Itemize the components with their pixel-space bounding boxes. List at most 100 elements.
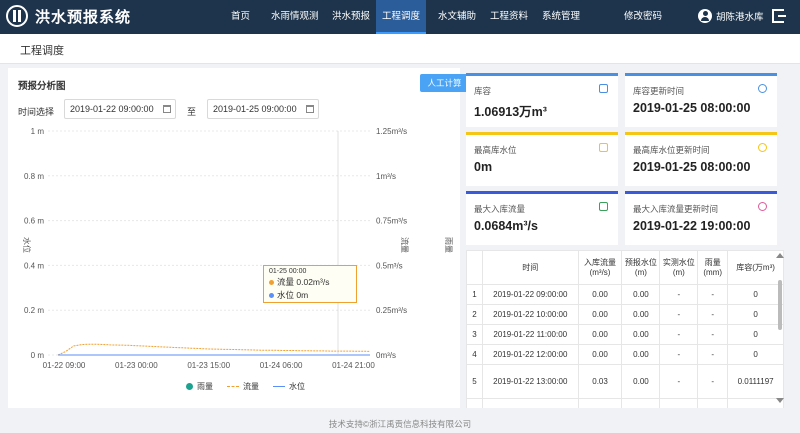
- logout-icon[interactable]: [772, 9, 786, 23]
- nav-item-1[interactable]: 水雨情观测: [271, 0, 319, 34]
- y-flow-axis-label: 流量: [400, 237, 410, 253]
- table-cell: 0.00: [577, 284, 623, 305]
- stat-card-label: 最高库水位: [474, 145, 517, 155]
- table-cell: -: [697, 324, 729, 345]
- stat-card-value: 0.0684m³/s: [474, 219, 538, 233]
- tooltip-flow-label: 流量: [277, 277, 295, 287]
- data-table: 时间 入库流量(m³/s) 预报水位(m) 实测水位(m) 雨量(mm) 库容(万m³) …: [466, 250, 784, 408]
- y-right-tick-label: 0.5m³/s: [376, 261, 403, 270]
- table-cell: 2019-01-22 09:00:00: [481, 284, 579, 305]
- x-tick-label: 01-22 09:00: [43, 361, 86, 370]
- table-cell: 0: [727, 284, 784, 305]
- stat-card-label: 最大入库流量: [474, 204, 526, 214]
- stat-card-label: 库容更新时间: [633, 86, 685, 96]
- tooltip-flow-value: 0.02m³/s: [296, 277, 330, 287]
- table-cell: 4: [466, 344, 483, 365]
- table-header-cell: 入库流量(m³/s): [577, 250, 623, 285]
- table-cell: 2: [466, 304, 483, 325]
- y-left-tick-label: 0.4 m: [24, 261, 44, 270]
- table-cell: 0.00: [621, 344, 661, 365]
- table-cell: -: [697, 364, 729, 399]
- flow-dot-icon: [269, 279, 274, 285]
- table-row[interactable]: 2 2019-01-22 10:00:00 0.00 0.00- -0: [466, 304, 784, 325]
- clock-icon: [758, 84, 767, 93]
- table-cell: -: [659, 364, 699, 399]
- table-cell: 2019-01-22 11:00:00: [481, 324, 579, 345]
- stat-card-label: 库容: [474, 86, 492, 96]
- scroll-down-icon[interactable]: [776, 398, 784, 403]
- app-title: 洪水预报系统: [35, 8, 132, 26]
- clock-icon: [758, 143, 767, 152]
- y-left-tick-label: 0 m: [31, 351, 45, 360]
- chart-tooltip: 01-25 00:00 流量 0.02m³/s 水位 0m: [263, 265, 357, 303]
- nav-item-7[interactable]: 修改密码: [624, 0, 662, 34]
- table-cell: 6: [466, 398, 483, 408]
- table-cell: -: [697, 344, 729, 365]
- page-header: 工程调度: [0, 34, 800, 64]
- table-row[interactable]: 3 2019-01-22 11:00:00 0.00 0.00- -0: [466, 324, 784, 345]
- table-scrollbar[interactable]: [778, 280, 782, 330]
- y-right-tick-label: 0m³/s: [376, 351, 396, 360]
- y-left-tick-label: 1 m: [31, 127, 45, 136]
- stat-card-value: 2019-01-25 08:00:00: [633, 101, 751, 115]
- legend-rain-label: 雨量: [197, 382, 213, 391]
- clock-icon: [758, 202, 767, 211]
- table-cell: -: [659, 398, 699, 408]
- table-cell: 0: [727, 344, 784, 365]
- table-header-cell: 雨量(mm): [697, 250, 729, 285]
- y-left-tick-label: 0.8 m: [24, 172, 44, 181]
- table-cell: -: [697, 398, 729, 408]
- stat-card-2: 最高库水位 0m: [466, 132, 618, 186]
- table-header-cell: [466, 250, 483, 285]
- nav-item-0[interactable]: 首页: [231, 0, 250, 34]
- nav-item-5[interactable]: 工程资料: [490, 0, 528, 34]
- level-dot-icon: [269, 292, 274, 298]
- nav-item-2[interactable]: 洪水预报: [332, 0, 370, 34]
- table-cell: 2019-01-22 13:00:00: [481, 364, 579, 399]
- table-row[interactable]: 4 2019-01-22 12:00:00 0.00 0.00- -0: [466, 344, 784, 365]
- table-cell: -: [659, 344, 699, 365]
- legend-level[interactable]: 水位: [273, 381, 305, 392]
- nav-item-3[interactable]: 工程调度: [376, 0, 427, 34]
- app-logo[interactable]: 洪水预报系统: [6, 5, 131, 27]
- table-row[interactable]: 62019-01-22 14:00:000.050.00--0.028674: [466, 398, 784, 408]
- table-cell: 1: [466, 284, 483, 305]
- gauge-icon: [599, 84, 608, 93]
- table-cell: 2019-01-22 10:00:00: [481, 304, 579, 325]
- legend-rain[interactable]: 雨量: [186, 381, 213, 392]
- page-title: 工程调度: [20, 45, 64, 57]
- table-cell: 0.00: [621, 284, 661, 305]
- user-name: 胡陈港水库: [716, 12, 764, 23]
- nav-item-6[interactable]: 系统管理: [542, 0, 580, 34]
- table-cell: 0.00: [621, 364, 661, 399]
- table-cell: 0.03: [577, 364, 623, 399]
- stat-card-label: 最大入库流量更新时间: [633, 204, 719, 214]
- table-cell: -: [697, 304, 729, 325]
- stat-card-3: 最高库水位更新时间 2019-01-25 08:00:00: [625, 132, 777, 186]
- table-header-cell: 实测水位(m): [659, 250, 699, 285]
- tooltip-time: 01-25 00:00: [269, 268, 307, 275]
- tooltip-level-row: 水位 0m: [269, 289, 351, 301]
- x-tick-label: 01-24 21:00: [332, 361, 375, 370]
- table-header-row: 时间 入库流量(m³/s) 预报水位(m) 实测水位(m) 雨量(mm) 库容(万m³): [466, 250, 784, 285]
- forecast-chart[interactable]: 1 m 1.25m³/s 0.8 m 1m³/s 0.6 m 0.75m³/s 0.4 m 0…: [8, 68, 460, 408]
- table-cell: 0.00: [577, 324, 623, 345]
- user-menu[interactable]: 胡陈港水库: [698, 9, 764, 23]
- table-row[interactable]: 1 2019-01-22 09:00:00 0.00 0.00- -0: [466, 284, 784, 305]
- table-cell: 0.00: [621, 324, 661, 345]
- y-left-tick-label: 0.6 m: [24, 217, 44, 226]
- y-left-axis-label: 水位: [22, 237, 32, 253]
- legend-flow[interactable]: 流量: [227, 381, 259, 392]
- nav-item-4[interactable]: 水文辅助: [438, 0, 476, 34]
- scroll-up-icon[interactable]: [776, 253, 784, 258]
- stat-card-value: 2019-01-22 19:00:00: [633, 219, 751, 233]
- top-navbar: 洪水预报系统 首页 水雨情观测 洪水预报 工程调度 水文辅助 工程资料 系统管理 修改密码 胡…: [0, 0, 800, 34]
- tooltip-level-value: 0m: [296, 290, 309, 300]
- table-cell: -: [659, 304, 699, 325]
- stat-card-0: 库容 1.06913万m³: [466, 73, 618, 127]
- table-row[interactable]: 5 2019-01-22 13:00:00 0.03 0.00- -0.0111197: [466, 364, 784, 399]
- legend-flow-label: 流量: [243, 382, 259, 391]
- table-cell: 0.00: [621, 398, 661, 408]
- y-rain-axis-label: 雨量: [444, 237, 453, 253]
- y-left-tick-label: 0.2 m: [24, 306, 44, 315]
